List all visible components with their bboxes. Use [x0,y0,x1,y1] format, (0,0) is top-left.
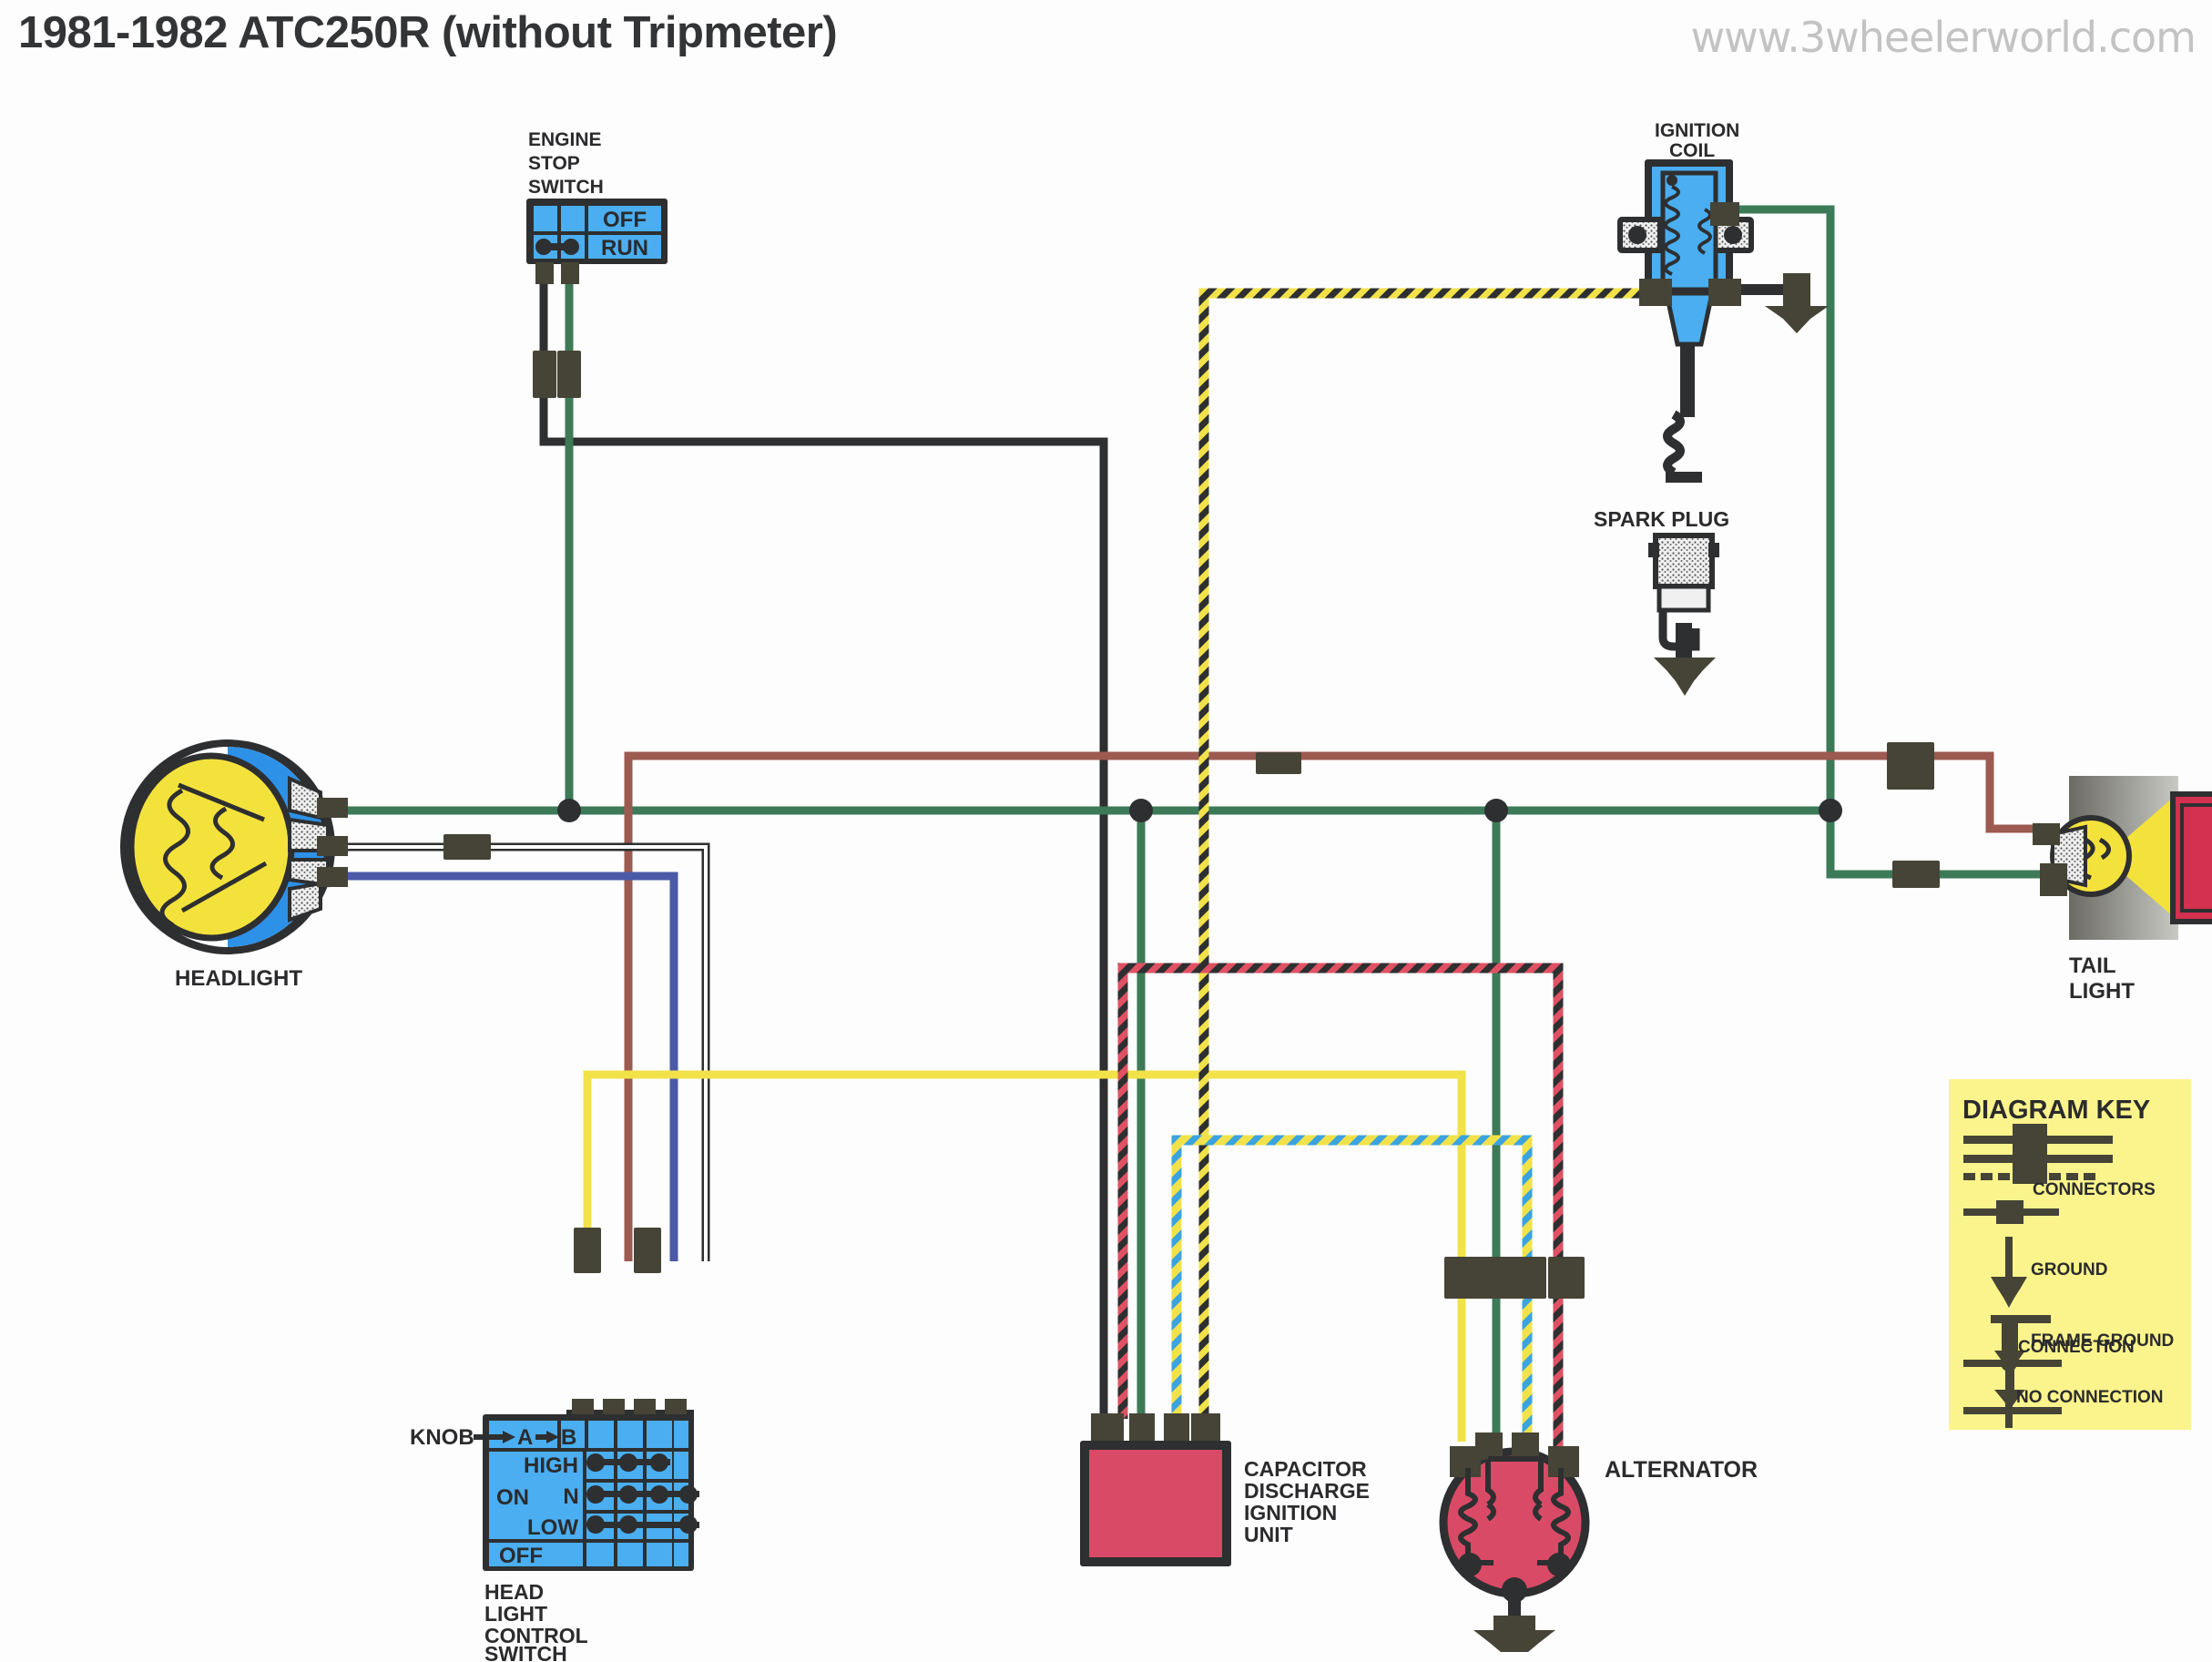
ignition-coil[interactable]: IGNITION COIL [1617,120,1829,417]
cdi-label-2: DISCHARGE [1244,1479,1370,1503]
connector-block [1548,1257,1585,1299]
switch-row-n: N [563,1484,578,1509]
connector-block [574,1228,601,1273]
alternator[interactable]: ALTERNATOR [1439,1433,1758,1652]
diagram-key-title: DIAGRAM KEY [1962,1096,2150,1125]
ignition-coil-label-2: COIL [1669,140,1715,161]
switch-row-low: LOW [527,1515,578,1540]
spark-plug-label: SPARK PLUG [1594,507,1729,531]
cdi-unit[interactable]: CAPACITOR DISCHARGE IGNITION UNIT [1080,1413,1370,1566]
tail-light-label-2: LIGHT [2069,979,2135,1004]
connector-block [634,1228,661,1273]
spark-plug: SPARK PLUG [1594,410,1729,696]
wire-yellow-switch-to-cdi [583,1070,1466,1442]
switch-row-off: OFF [499,1544,543,1568]
connector-block [533,351,556,398]
connectors [443,351,1940,1299]
engine-stop-switch-label-3: SWITCH [528,177,604,198]
wiring-diagram-page: 1981-1982 ATC250R (without Tripmeter) ww… [0,0,2212,1662]
wire-white-headlight-inner [328,845,708,1261]
wire-blue-headlight [328,872,678,1261]
cdi-label-1: CAPACITOR [1244,1457,1367,1481]
knob-col-a: A [517,1425,533,1450]
engine-stop-switch[interactable]: OFF RUN ENGINE STOP SWITCH [526,129,668,284]
key-entry-connectors: CONNECTORS [2033,1180,2156,1199]
tail-light-label-1: TAIL [2069,953,2116,978]
ground-symbol [1765,273,1829,333]
control-switch-label-1: HEAD [484,1580,544,1604]
engine-stop-switch-label-2: STOP [528,153,580,174]
headlight-control-switch[interactable]: KNOB A B HIGH N LOW OFF ON HEAD LIGHT CO… [410,1399,699,1662]
schematic-canvas: OFF RUN ENGINE STOP SWITCH IGNITION COIL… [120,120,2212,1662]
connector-block [1444,1257,1546,1299]
connector-block [443,834,491,860]
control-switch-label-2: LIGHT [484,1602,547,1626]
knob-col-b: B [561,1425,576,1450]
headlight-label: HEADLIGHT [175,966,302,991]
switch-position-off: OFF [603,208,647,232]
tail-light[interactable]: TAIL LIGHT [2033,776,2212,1004]
headlight[interactable]: HEADLIGHT [120,739,348,991]
connector-block [1892,861,1940,888]
ignition-coil-label-1: IGNITION [1655,120,1739,141]
connection-dot [1484,799,1508,822]
cdi-label-4: UNIT [1244,1523,1293,1546]
connector-block [557,351,581,398]
key-entry-ground: GROUND [2031,1260,2107,1280]
connection-dot [557,799,581,822]
switch-position-run: RUN [601,236,648,260]
wire-white-headlight-outer [328,842,710,1261]
key-entry-connection: CONNECTION [2018,1338,2135,1357]
knob-label: KNOB [410,1425,474,1450]
connection-dot [1819,799,1842,822]
switch-row-high: HIGH [524,1453,578,1478]
cdi-label-3: IGNITION [1244,1501,1337,1524]
switch-on-label: ON [496,1485,529,1510]
frame-ground-symbol [1473,1616,1555,1652]
control-switch-label-4: SWITCH [484,1642,567,1662]
connector-block [1256,752,1301,774]
connector-block [1887,742,1934,790]
alternator-label: ALTERNATOR [1605,1457,1758,1483]
engine-stop-switch-label-1: ENGINE [528,129,602,150]
connection-dot [1129,799,1153,822]
diagram-key: DIAGRAM KEY CONNECTORS GROUND FRAME GROU… [1949,1079,2191,1430]
key-entry-no-connection: NO CONNECTION [2016,1388,2164,1407]
